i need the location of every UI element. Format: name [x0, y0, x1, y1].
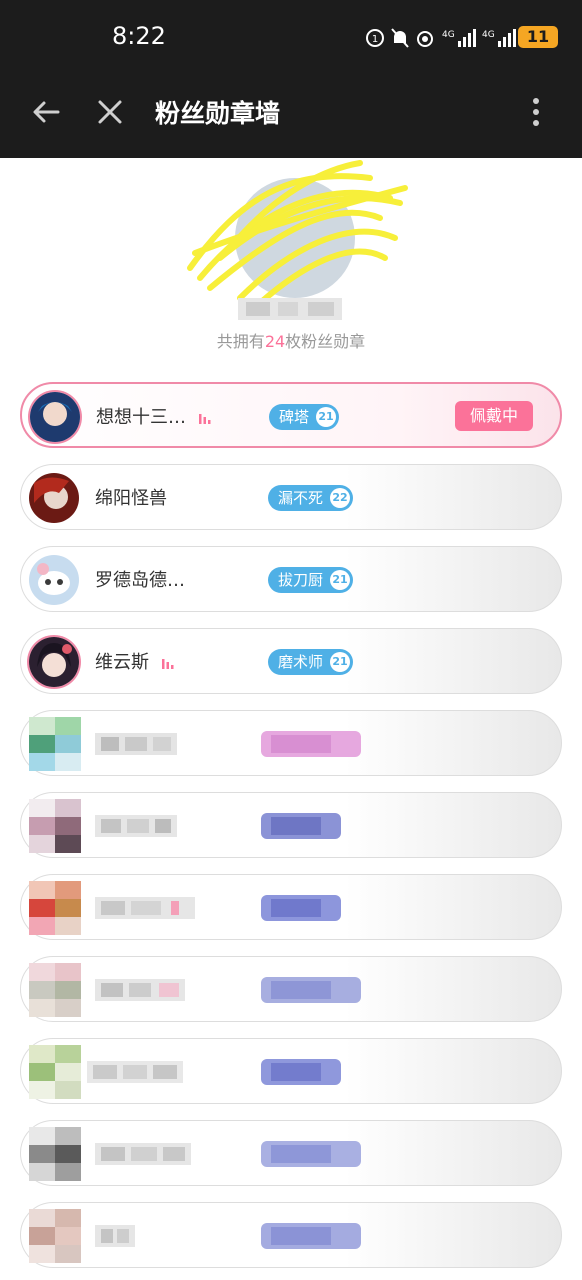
medal-badge: 碑塔 21 [269, 404, 340, 430]
svg-text:1: 1 [372, 34, 378, 45]
medal-level: 21 [330, 570, 351, 590]
medal-card-obscured[interactable] [20, 792, 562, 858]
medal-badge: 漏不死 22 [268, 485, 354, 511]
pixelated-badge [261, 977, 361, 1003]
close-icon[interactable] [94, 96, 126, 128]
medal-level: 21 [316, 407, 337, 427]
svg-text:4G: 4G [442, 30, 455, 40]
pixelated-avatar [29, 963, 81, 1017]
avatar [30, 392, 80, 442]
pixelated-badge [261, 813, 341, 839]
back-arrow-icon[interactable] [30, 96, 62, 128]
pixelated-name [95, 897, 195, 919]
pixelated-name [95, 733, 177, 755]
pixelated-name [95, 979, 185, 1001]
pixelated-avatar [29, 1045, 81, 1099]
medal-count: 24 [264, 332, 286, 351]
status-time: 8:22 [112, 22, 166, 50]
medal-level: 21 [330, 652, 351, 672]
medal-card-obscured[interactable] [20, 956, 562, 1022]
medal-badge: 磨术师 21 [268, 649, 354, 675]
medal-card-obscured[interactable] [20, 874, 562, 940]
medal-card[interactable]: 想想十三… 碑塔 21 佩戴中 [20, 382, 562, 448]
pixelated-badge [261, 1141, 361, 1167]
more-options-icon[interactable] [524, 94, 548, 130]
pixelated-badge [261, 1059, 341, 1085]
pixelated-name [95, 815, 177, 837]
live-indicator-icon [161, 659, 174, 669]
battery-icon: 11 [518, 26, 558, 48]
app-bar: 粉丝勋章墙 [0, 76, 582, 158]
streamer-name: 维云斯 [95, 648, 175, 674]
medal-card[interactable]: 维云斯 磨术师 21 [20, 628, 562, 694]
streamer-name: 罗德岛德… [95, 570, 185, 591]
pixelated-name [95, 1225, 135, 1247]
medal-card-obscured[interactable] [20, 1202, 562, 1268]
medal-level: 22 [330, 488, 351, 508]
medal-badge: 拔刀厨 21 [268, 567, 354, 593]
hotspot-icon [417, 31, 433, 47]
medal-card[interactable]: 绵阳怪兽 漏不死 22 [20, 464, 562, 530]
page-title: 粉丝勋章墙 [155, 99, 281, 128]
svg-text:4G: 4G [482, 30, 495, 40]
pixelated-avatar [29, 1209, 81, 1263]
medal-card-obscured[interactable] [20, 710, 562, 776]
avatar [29, 637, 79, 687]
medal-card[interactable]: 罗德岛德… 拔刀厨 21 [20, 546, 562, 612]
wearing-button[interactable]: 佩戴中 [455, 401, 533, 431]
medal-card-obscured[interactable] [20, 1120, 562, 1186]
mute-icon [391, 28, 409, 48]
pixelated-avatar [29, 881, 81, 935]
pixelated-avatar [29, 1127, 81, 1181]
live-indicator-icon [198, 414, 211, 424]
pixelated-badge [261, 1223, 361, 1249]
status-bar: 8:22 1 4G 4G 11 [0, 0, 582, 76]
pixelated-badge [261, 895, 341, 921]
avatar [29, 473, 79, 523]
pixelated-name [87, 1061, 183, 1083]
signal-4g-icon-2: 4G [482, 29, 516, 47]
scribbled-avatar [187, 160, 408, 306]
signal-4g-icon: 4G [442, 29, 476, 47]
avatar [29, 555, 79, 605]
streamer-name: 绵阳怪兽 [95, 488, 167, 509]
blurred-username [238, 298, 342, 320]
medal-count-summary: 共拥有24枚粉丝勋章 [216, 332, 366, 351]
pixelated-badge [261, 731, 361, 757]
data-saver-icon: 1 [366, 29, 384, 47]
medal-card-obscured[interactable] [20, 1038, 562, 1104]
pixelated-avatar [29, 717, 81, 771]
pixelated-name [95, 1143, 191, 1165]
streamer-name: 想想十三… [96, 403, 212, 429]
pixelated-avatar [29, 799, 81, 853]
